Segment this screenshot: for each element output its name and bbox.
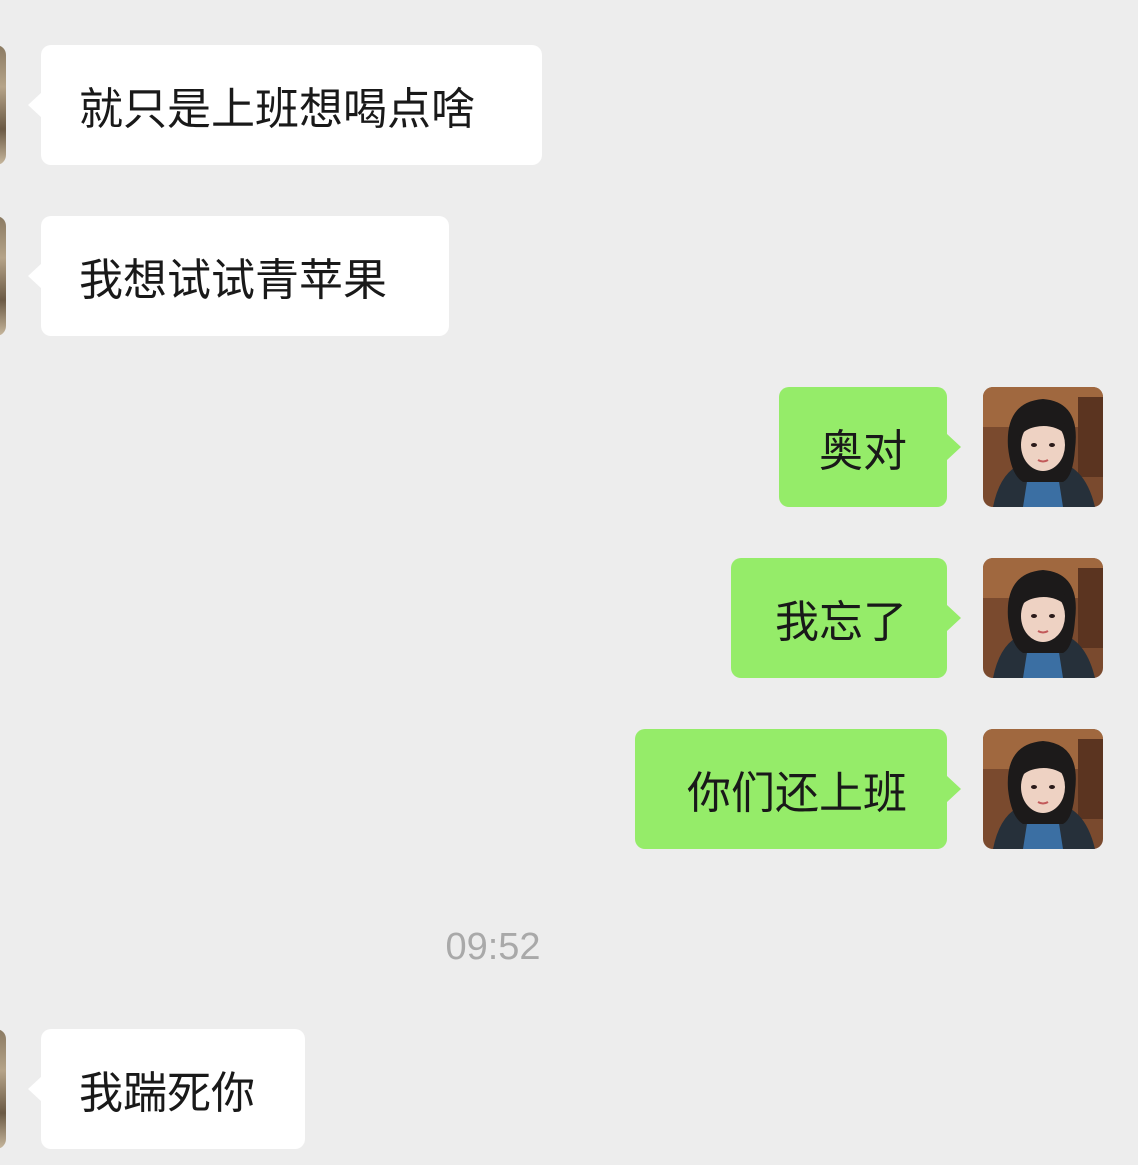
outgoing-message-bubble[interactable]: 奥对 [779, 387, 961, 507]
outgoing-message-bubble[interactable]: 我忘了 [731, 558, 961, 678]
message-text: 我想试试青苹果 [79, 255, 387, 306]
contact-avatar[interactable] [0, 1029, 6, 1149]
avatar-photo-icon [983, 729, 1103, 849]
incoming-message-bubble[interactable]: 就只是上班想喝点啥 [28, 45, 542, 165]
message-timestamp: 09:52 [445, 926, 541, 968]
contact-avatar[interactable] [0, 45, 6, 165]
contact-avatar[interactable] [0, 216, 6, 336]
self-avatar[interactable] [983, 558, 1103, 678]
message-text: 奥对 [819, 426, 907, 477]
incoming-message-bubble[interactable]: 我想试试青苹果 [28, 216, 449, 336]
outgoing-message-bubble[interactable]: 你们还上班 [635, 729, 961, 849]
avatar-photo-icon [983, 558, 1103, 678]
message-text: 我忘了 [775, 597, 907, 648]
avatar-photo-icon [983, 387, 1103, 507]
message-text: 我踹死你 [79, 1068, 255, 1119]
message-text: 你们还上班 [687, 768, 907, 819]
message-text: 就只是上班想喝点啥 [79, 84, 475, 135]
self-avatar[interactable] [983, 387, 1103, 507]
self-avatar[interactable] [983, 729, 1103, 849]
incoming-message-bubble[interactable]: 我踹死你 [28, 1029, 305, 1149]
